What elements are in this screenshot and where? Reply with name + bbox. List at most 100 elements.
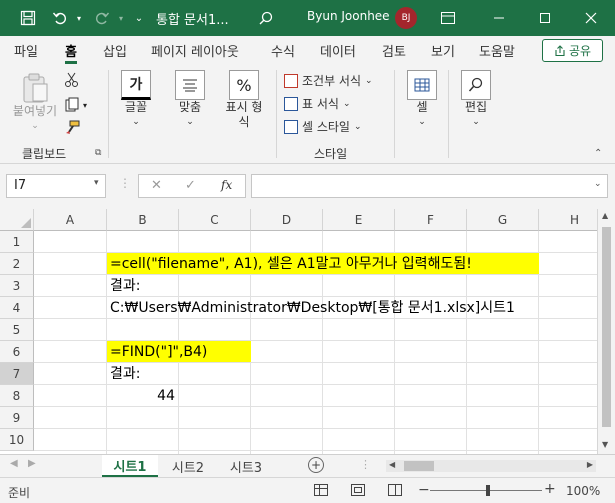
share-label: 공유 xyxy=(568,44,592,58)
format-as-table-button[interactable]: 표 서식 ⌄ xyxy=(284,95,350,112)
column-header-e[interactable]: E xyxy=(323,209,395,231)
maximize-icon[interactable] xyxy=(532,0,558,36)
cell-b8[interactable]: 44 xyxy=(107,385,179,407)
tab-split-grip-icon[interactable]: ⋮ xyxy=(360,458,371,471)
save-icon[interactable] xyxy=(14,0,42,36)
scroll-right-icon[interactable]: ▶ xyxy=(587,460,593,469)
row-header-1[interactable]: 1 xyxy=(0,231,34,253)
cell-b3[interactable]: 결과: xyxy=(107,275,140,297)
search-icon[interactable] xyxy=(256,0,276,36)
dialog-launcher-icon[interactable]: ⧉ xyxy=(95,148,101,158)
normal-view-icon[interactable] xyxy=(314,484,328,496)
editing-button[interactable]: 편집 ⌄ xyxy=(458,70,494,130)
row-header-7[interactable]: 7 xyxy=(0,363,34,385)
tab-insert[interactable]: 삽입 xyxy=(103,41,127,60)
cut-icon[interactable] xyxy=(64,72,82,90)
share-button[interactable]: 공유 xyxy=(542,39,603,62)
expand-formula-bar-icon[interactable]: ⌄ xyxy=(594,179,602,189)
undo-dropdown-icon[interactable]: ▾ xyxy=(72,0,86,36)
tab-review[interactable]: 검토 xyxy=(382,41,406,60)
tab-data[interactable]: 데이터 xyxy=(320,41,356,60)
cells-button[interactable]: 셀 ⌄ xyxy=(404,70,440,130)
cell-style-icon xyxy=(284,119,298,134)
alignment-dropdown-icon: ⌄ xyxy=(186,117,194,127)
row-header-10[interactable]: 10 xyxy=(0,429,34,451)
zoom-out-icon[interactable]: − xyxy=(418,482,430,498)
enter-icon[interactable]: ✓ xyxy=(185,178,196,193)
align-icon xyxy=(175,70,205,100)
avatar[interactable]: BJ xyxy=(395,7,417,29)
alignment-button[interactable]: 맞춤 ⌄ xyxy=(170,70,210,130)
customize-qat-icon[interactable]: ⌄ xyxy=(132,0,146,36)
column-header-d[interactable]: D xyxy=(251,209,323,231)
row-header-5[interactable]: 5 xyxy=(0,319,34,341)
zoom-in-icon[interactable]: + xyxy=(544,481,556,497)
horizontal-scroll-thumb[interactable] xyxy=(404,461,434,471)
cell-b2[interactable]: =cell("filename", A1), 셀은 A1말고 아무거나 입력해도… xyxy=(107,253,472,275)
copy-button[interactable]: ▾ xyxy=(64,96,94,114)
cell-b7[interactable]: 결과: xyxy=(107,363,140,385)
row-header-3[interactable]: 3 xyxy=(0,275,34,297)
add-sheet-icon[interactable]: + xyxy=(308,457,324,473)
sheet-tab-2[interactable]: 시트2 xyxy=(160,455,216,477)
redo-icon[interactable] xyxy=(90,0,114,36)
formula-input[interactable] xyxy=(251,174,608,198)
column-header-c[interactable]: C xyxy=(179,209,251,231)
user-name[interactable]: Byun Joonhee xyxy=(307,9,390,23)
cell-b4[interactable]: C:₩Users₩Administrator₩Desktop₩[통합 문서1.x… xyxy=(107,297,515,319)
select-all-button[interactable] xyxy=(0,209,34,231)
formula-buttons: ✕ ✓ fx xyxy=(138,174,246,198)
paste-label: 붙여넣기 xyxy=(12,104,58,118)
scroll-down-icon[interactable]: ▼ xyxy=(602,440,608,449)
tab-formulas[interactable]: 수식 xyxy=(271,41,295,60)
prev-sheet-icon[interactable]: ◀ xyxy=(10,458,18,469)
scroll-left-icon[interactable]: ◀ xyxy=(389,460,395,469)
tab-file[interactable]: 파일 xyxy=(14,41,38,60)
cell-styles-button[interactable]: 셀 스타일 ⌄ xyxy=(284,118,362,135)
redo-dropdown-icon[interactable]: ▾ xyxy=(114,0,128,36)
worksheet-grid[interactable]: A B C D E F G H 1 2 3 4 5 6 7 8 9 10 =ce… xyxy=(0,209,597,454)
row-header-2[interactable]: 2 xyxy=(0,253,34,275)
tab-home[interactable]: 홈 xyxy=(65,41,77,64)
zoom-level[interactable]: 100% xyxy=(566,484,600,498)
conditional-format-button[interactable]: 조건부 서식 ⌄ xyxy=(284,72,373,89)
format-painter-icon[interactable] xyxy=(64,120,82,138)
tab-help[interactable]: 도움말 xyxy=(479,41,515,60)
tab-page-layout[interactable]: 페이지 레이아웃 xyxy=(151,41,239,60)
status-bar: 준비 − + 100% xyxy=(0,477,615,503)
page-break-view-icon[interactable] xyxy=(388,484,402,496)
page-layout-view-icon[interactable] xyxy=(351,484,365,496)
name-box[interactable]: I7 xyxy=(6,174,106,198)
cancel-icon[interactable]: ✕ xyxy=(151,178,162,193)
row-header-6[interactable]: 6 xyxy=(0,341,34,363)
tab-view[interactable]: 보기 xyxy=(431,41,455,60)
undo-icon[interactable] xyxy=(48,0,72,36)
zoom-slider-thumb[interactable] xyxy=(486,485,490,496)
next-sheet-icon[interactable]: ▶ xyxy=(28,458,36,469)
row-header-9[interactable]: 9 xyxy=(0,407,34,429)
insert-function-icon[interactable]: fx xyxy=(221,178,232,192)
column-header-b[interactable]: B xyxy=(107,209,179,231)
cell-b6[interactable]: =FIND("]",B4) xyxy=(107,341,207,363)
paste-button[interactable]: 붙여넣기 ⌄ xyxy=(10,72,60,134)
column-header-h[interactable]: H xyxy=(539,209,597,231)
collapse-ribbon-icon[interactable]: ⌃ xyxy=(594,148,602,159)
scroll-up-icon[interactable]: ▲ xyxy=(602,211,608,220)
ribbon-separator xyxy=(394,70,395,158)
column-header-g[interactable]: G xyxy=(467,209,539,231)
sheet-tab-1[interactable]: 시트1 xyxy=(102,455,158,477)
close-icon[interactable] xyxy=(578,0,604,36)
row-header-8[interactable]: 8 xyxy=(0,385,34,407)
ribbon-display-icon[interactable] xyxy=(438,0,458,36)
row-header-4[interactable]: 4 xyxy=(0,297,34,319)
number-format-button[interactable]: % 표시 형 식 xyxy=(220,70,268,130)
vertical-scroll-thumb[interactable] xyxy=(602,227,611,427)
font-button[interactable]: 가 글꼴 ⌄ xyxy=(116,70,156,130)
name-box-dropdown-icon[interactable]: ▾ xyxy=(94,178,99,188)
horizontal-scrollbar[interactable]: ◀ ▶ xyxy=(386,460,596,472)
column-header-a[interactable]: A xyxy=(34,209,107,231)
column-header-f[interactable]: F xyxy=(395,209,467,231)
vertical-scrollbar[interactable]: ▲ ▼ xyxy=(597,209,615,454)
minimize-icon[interactable] xyxy=(486,0,512,36)
sheet-tab-3[interactable]: 시트3 xyxy=(218,455,274,477)
